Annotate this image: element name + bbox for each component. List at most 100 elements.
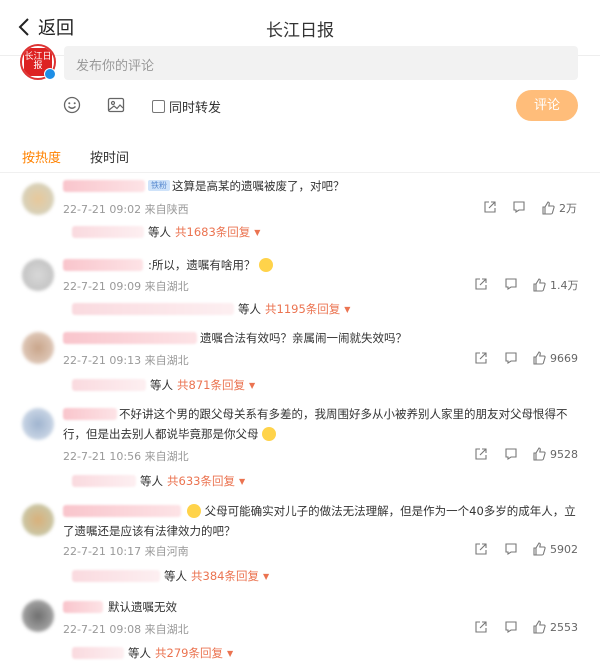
reply-username-blurred [72,303,234,315]
image-icon[interactable] [107,96,125,114]
comment-icon [505,621,517,634]
comment-text: :所以，遗嘱有啥用？ [148,255,578,275]
avatar[interactable] [22,183,54,215]
avatar[interactable] [22,332,54,364]
share-icon [475,352,487,364]
like-count: 9669 [550,351,578,365]
emoji-icon [262,427,277,441]
caret-down-icon: ▼ [344,304,351,314]
reply-summary[interactable]: 等人 共1683条回复 ▼ [72,224,260,240]
laughing-emoji-icon [259,258,274,272]
like-button[interactable]: 9669 [532,351,578,365]
comment-item: :所以，遗嘱有啥用？ 22-7-21 09:09 来自湖北 1.4万 等人 共1… [0,253,600,326]
like-count: 9528 [550,447,578,461]
like-button[interactable]: 1.4万 [532,277,579,293]
reply-button[interactable] [504,620,518,634]
share-icon [475,448,487,460]
share-button[interactable] [474,351,488,365]
emoji-icon [187,504,201,518]
reply-summary[interactable]: 等人 共633条回复 ▼ [72,473,245,489]
comment-text: 父母可能确实对儿子的做法无法理解，但是作为一个40多岁的成年人，立了遗嘱还是应该… [63,504,576,538]
comment-icon [505,352,517,365]
caret-down-icon: ▼ [226,648,234,658]
like-count: 5902 [550,542,578,556]
reply-username-blurred [72,647,124,659]
checkbox[interactable] [152,100,165,113]
comment-item: 不好讲这个男的跟父母关系有多差的，我周围好多从小被养别人家里的朋友对父母恨得不行… [0,400,600,496]
share-icon [475,543,487,555]
emoji-icon[interactable] [63,96,81,114]
reply-username-blurred [72,475,136,487]
reply-count: 共871条回复 [177,378,245,392]
comment-meta: 22-7-21 10:56 来自湖北 [63,450,189,463]
repost-checkbox[interactable]: 同时转发 [152,97,221,116]
caret-down-icon: ▼ [248,380,256,390]
thumbs-up-icon [533,278,546,292]
reply-button[interactable] [504,277,518,291]
reply-button[interactable] [504,542,518,556]
verified-badge-icon [44,68,56,80]
thumbs-up-icon [533,542,546,556]
reply-summary[interactable]: 等人 共871条回复 ▼ [72,377,255,393]
comment-text: 默认遗嘱无效 [108,600,177,614]
share-button[interactable] [483,200,497,214]
username-blurred[interactable] [63,601,103,613]
like-count: 1.4万 [550,279,579,292]
thumbs-up-icon [533,620,546,634]
caret-down-icon: ▼ [262,571,270,581]
share-button[interactable] [474,277,488,291]
reply-count: 共279条回复 [155,646,223,660]
like-button[interactable]: 5902 [532,542,578,556]
share-icon [475,621,487,633]
reply-summary[interactable]: 等人 共1195条回复 ▼ [72,301,350,317]
comment-item: 铁粉 这算是高某的遗嘱被废了，对吧？ 22-7-21 09:02 来自陕西 2万 … [0,173,600,253]
like-count: 2553 [550,620,578,634]
repost-label: 同时转发 [169,101,222,116]
thumbs-up-icon [542,201,555,215]
username-blurred[interactable] [63,259,143,271]
like-button[interactable]: 9528 [532,447,578,461]
comment-icon [513,201,525,214]
like-count: 2万 [559,202,577,215]
share-button[interactable] [474,620,488,634]
share-icon [484,201,496,213]
thumbs-up-icon [533,351,546,365]
username-blurred[interactable] [63,332,197,344]
tab-time[interactable]: 按时间 [90,147,129,166]
share-icon [475,278,487,290]
tab-hot[interactable]: 按热度 [22,147,61,166]
reply-username-blurred [72,570,160,582]
avatar[interactable] [22,408,54,440]
comment-icon [505,278,517,291]
page-title: 长江日报 [266,21,334,41]
reply-count: 共1195条回复 [265,302,341,316]
like-button[interactable]: 2万 [541,200,577,216]
share-button[interactable] [474,447,488,461]
caret-down-icon: ▼ [238,476,246,486]
avatar[interactable] [22,259,54,291]
username-blurred[interactable] [63,180,145,192]
avatar[interactable] [22,600,54,632]
submit-comment-button[interactable]: 评论 [516,90,578,121]
comment-text: 不好讲这个男的跟父母关系有多差的，我周围好多从小被养别人家里的朋友对父母恨得不行… [63,407,568,441]
thumbs-up-icon [533,447,546,461]
comment-icon [505,543,517,556]
reply-summary[interactable]: 等人 共384条回复 ▼ [72,568,269,584]
avatar[interactable] [22,504,54,536]
caret-down-icon: ▼ [254,227,261,237]
reply-username-blurred [72,226,144,238]
comment-input[interactable]: 发布你的评论 [64,46,578,80]
reply-button[interactable] [504,447,518,461]
reply-summary[interactable]: 等人 共279条回复 ▼ [72,645,233,661]
comment-meta: 22-7-21 09:02 来自陕西 [63,203,189,216]
like-button[interactable]: 2553 [532,620,578,634]
comment-meta: 22-7-21 09:08 来自湖北 [63,623,189,636]
share-button[interactable] [474,542,488,556]
comment-item: 遗嘱合法有效吗？亲属闹一闹就失效吗？ 22-7-21 09:13 来自湖北 96… [0,326,600,400]
comment-item: 默认遗嘱无效 22-7-21 09:08 来自湖北 2553 等人 共279条回… [0,592,600,670]
reply-button[interactable] [504,351,518,365]
reply-button[interactable] [512,200,526,214]
comment-meta: 22-7-21 09:13 来自湖北 [63,354,189,367]
reply-username-blurred [72,379,146,391]
comment-item: 父母可能确实对儿子的做法无法理解，但是作为一个40多岁的成年人，立了遗嘱还是应该… [0,496,600,592]
